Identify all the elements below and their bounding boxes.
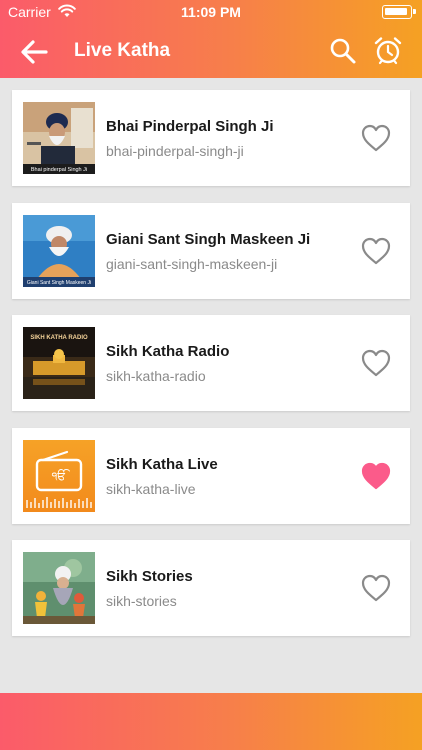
alarm-button[interactable] [372, 35, 404, 67]
item-title: Giani Sant Singh Maskeen Ji [106, 230, 311, 248]
thumbnail-caption: Giani Sant Singh Maskeen Ji [27, 280, 91, 286]
list-item[interactable]: Bhai pinderpal Singh Ji Bhai Pinderpal S… [12, 90, 410, 186]
favorite-button[interactable] [360, 573, 392, 603]
favorite-button[interactable] [360, 348, 392, 378]
favorite-button[interactable] [360, 461, 392, 491]
thumbnail-caption: SIKH KATHA RADIO [30, 335, 88, 341]
status-bar: Carrier 11:09 PM [0, 0, 422, 24]
item-title: Bhai Pinderpal Singh Ji [106, 118, 274, 135]
channel-list: Bhai pinderpal Singh Ji Bhai Pinderpal S… [12, 90, 410, 653]
thumbnail-image: SIKH KATHA RADIO [23, 327, 95, 399]
heart-icon [361, 349, 391, 377]
list-item[interactable]: ੴ Sikh Katha Live sikh-katha-live [12, 427, 410, 524]
heart-icon [361, 237, 391, 264]
page-title: Live Katha [74, 40, 171, 61]
item-subtitle: sikh-stories [106, 593, 177, 609]
favorite-button[interactable] [360, 236, 392, 266]
back-button[interactable] [18, 36, 50, 68]
list-item[interactable]: Sikh Stories sikh-stories [12, 540, 410, 636]
item-subtitle: sikh-katha-live [106, 480, 196, 497]
alarm-clock-icon [374, 37, 402, 65]
heart-icon [361, 124, 391, 152]
item-subtitle: sikh-katha-radio [106, 368, 206, 384]
favorite-button[interactable] [360, 123, 392, 153]
heart-icon [361, 462, 391, 489]
app-header: Carrier 11:09 PM Live Katha [0, 0, 422, 78]
item-title: Sikh Katha Radio [106, 343, 230, 360]
status-time: 11:09 PM [181, 4, 241, 20]
thumbnail-image: Bhai pinderpal Singh Ji [23, 102, 95, 174]
thumbnail-image: ੴ [23, 439, 95, 512]
item-title: Sikh Stories [106, 568, 193, 585]
list-item[interactable]: SIKH KATHA RADIO Sikh Katha Radio sikh-k… [12, 315, 410, 411]
battery-icon [382, 5, 416, 19]
arrow-left-icon [21, 40, 48, 64]
thumbnail-caption: Bhai pinderpal Singh Ji [31, 167, 87, 173]
item-title: Sikh Katha Live [106, 455, 218, 473]
list-item[interactable]: Giani Sant Singh Maskeen Ji Giani Sant S… [12, 202, 410, 299]
item-subtitle: bhai-pinderpal-singh-ji [106, 143, 244, 159]
item-subtitle: giani-sant-singh-maskeen-ji [106, 255, 278, 272]
thumbnail-image: Giani Sant Singh Maskeen Ji [23, 214, 95, 287]
heart-icon [361, 574, 391, 602]
search-button[interactable] [328, 36, 358, 66]
thumbnail-image [23, 552, 95, 624]
search-icon [330, 38, 356, 64]
bottom-bar [0, 693, 422, 750]
